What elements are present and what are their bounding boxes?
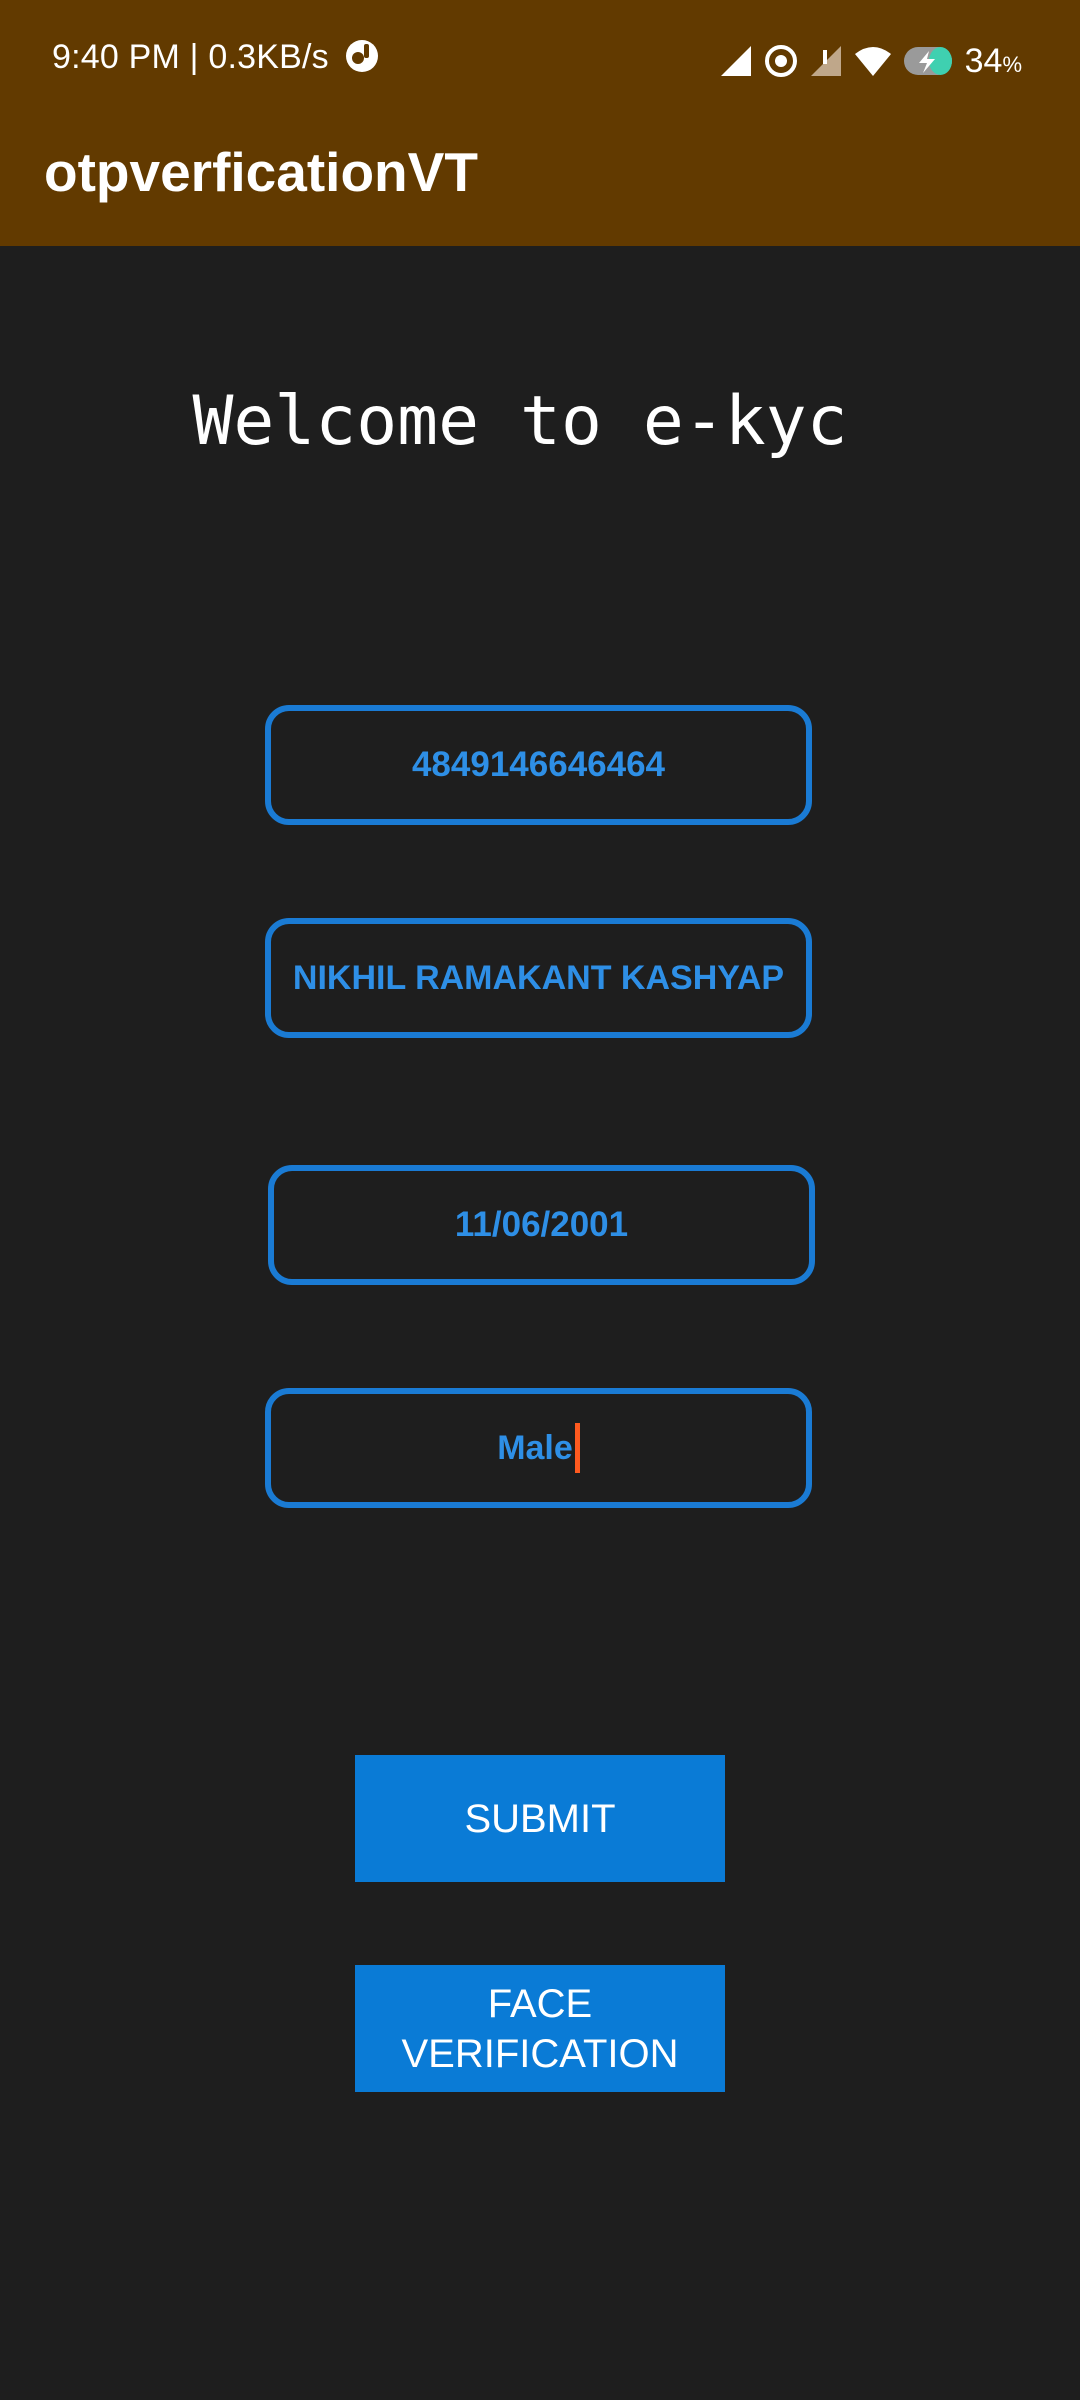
- welcome-heading: Welcome to e-kyc: [192, 382, 848, 461]
- submit-label: SUBMIT: [464, 1796, 616, 1841]
- status-icons: 34%: [719, 38, 1022, 84]
- screen: 9:40 PM | 0.3KB/s 34% otpverficationVT W…: [0, 0, 1080, 2400]
- hotspot-icon: [764, 45, 797, 77]
- name-field[interactable]: NIKHIL RAMAKANT KASHYAP: [265, 918, 812, 1038]
- app-header: 9:40 PM | 0.3KB/s 34% otpverficationVT: [0, 0, 1080, 246]
- id-number-value: 4849146646464: [411, 745, 666, 784]
- battery-value: 34: [964, 41, 1003, 80]
- gender-value: Male: [497, 1428, 573, 1467]
- battery-charging-icon: [903, 47, 952, 75]
- app-title: otpverficationVT: [44, 141, 478, 203]
- face-verification-label: FACE VERIFICATION: [401, 1979, 678, 2079]
- status-time: 9:40 PM | 0.3KB/s: [52, 38, 380, 77]
- wifi-icon: [854, 47, 891, 76]
- face-verification-line1: FACE: [487, 1981, 593, 2026]
- status-time-text: 9:40 PM | 0.3KB/s: [52, 38, 329, 76]
- text-caret: [574, 1423, 580, 1473]
- gender-field[interactable]: Male: [265, 1388, 812, 1508]
- battery-level: 34%: [965, 42, 1022, 81]
- submit-button[interactable]: SUBMIT: [355, 1755, 725, 1882]
- id-number-field[interactable]: 4849146646464: [265, 705, 812, 825]
- name-value: NIKHIL RAMAKANT KASHYAP: [292, 958, 785, 997]
- battery-unit: %: [1002, 51, 1022, 77]
- signal-icon: [720, 46, 751, 76]
- sim-icon: [810, 46, 841, 76]
- face-verification-button[interactable]: FACE VERIFICATION: [355, 1965, 725, 2092]
- face-verification-line2: VERIFICATION: [401, 2031, 679, 2076]
- dob-value: 11/06/2001: [454, 1205, 629, 1244]
- notification-badge-icon: [346, 40, 379, 72]
- dob-field[interactable]: 11/06/2001: [268, 1165, 815, 1285]
